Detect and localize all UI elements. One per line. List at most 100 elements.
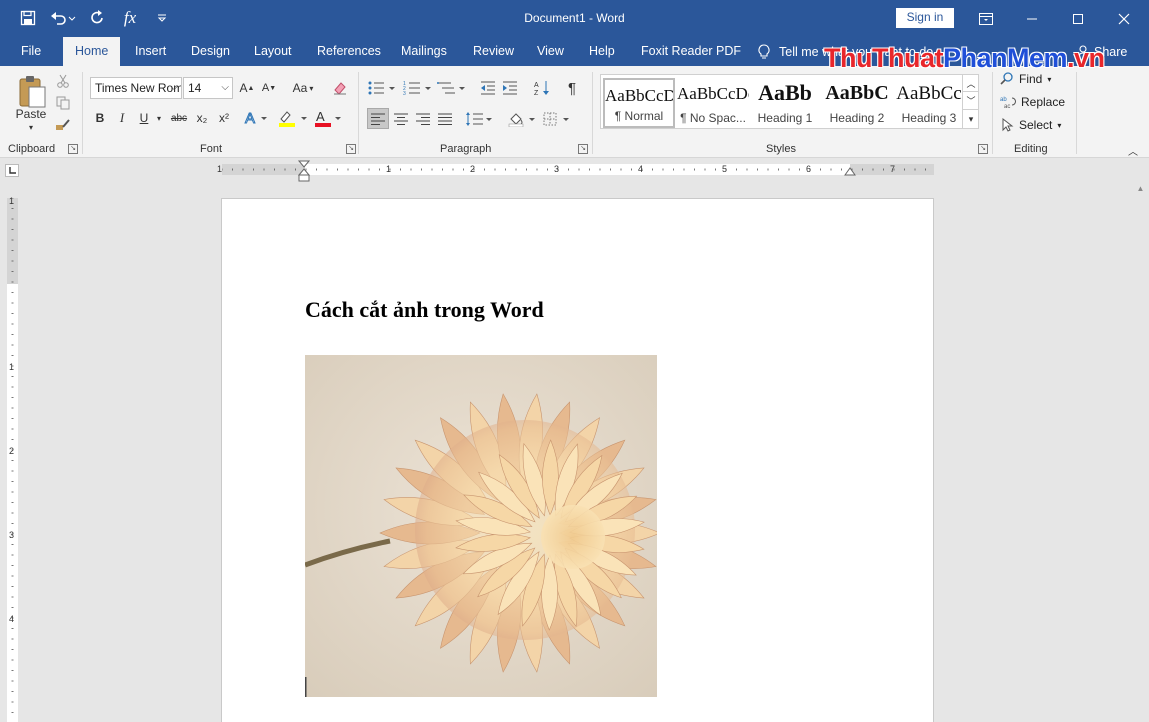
- tab-foxit-reader-pdf[interactable]: Foxit Reader PDF: [641, 37, 741, 66]
- ruler-number: 3: [9, 530, 15, 540]
- change-case-label: Aa: [292, 81, 308, 95]
- paragraph-launcher-icon[interactable]: ↘: [578, 144, 588, 154]
- styles-launcher-icon[interactable]: ↘: [978, 144, 988, 154]
- tab-insert[interactable]: Insert: [135, 37, 166, 66]
- shrink-font-icon[interactable]: A ▼: [260, 79, 278, 97]
- select-label: Select: [1019, 118, 1053, 132]
- document-heading[interactable]: Cách cắt ảnh trong Word: [305, 297, 544, 323]
- bold-button[interactable]: B: [92, 109, 108, 127]
- cursor-arrow-icon: [1002, 118, 1014, 132]
- ruler-number: 2: [470, 164, 476, 174]
- subscript-button[interactable]: x₂: [193, 109, 211, 127]
- undo-icon[interactable]: [46, 6, 80, 30]
- tab-references[interactable]: References: [317, 37, 381, 66]
- tab-file[interactable]: File: [21, 37, 41, 66]
- underline-dropdown-icon[interactable]: ▾: [154, 109, 164, 127]
- svg-text:3: 3: [403, 91, 406, 96]
- cut-icon[interactable]: [54, 72, 72, 90]
- indent-marker-icon[interactable]: [298, 160, 310, 182]
- tab-review[interactable]: Review: [473, 37, 514, 66]
- chevron-up-icon[interactable]: ︿: [963, 75, 979, 92]
- style-heading-1[interactable]: AaBb Heading 1: [749, 78, 821, 128]
- save-icon[interactable]: [14, 6, 42, 30]
- ruler-number: 1: [9, 196, 15, 206]
- change-case-button[interactable]: Aa ▾: [287, 79, 319, 97]
- text-effects-icon[interactable]: A: [242, 108, 270, 128]
- increase-indent-icon[interactable]: [500, 78, 520, 98]
- font-name-combo[interactable]: Times New Roman ⌵: [90, 77, 182, 99]
- font-color-icon[interactable]: A: [312, 108, 344, 128]
- paste-button[interactable]: Paste: [10, 106, 52, 122]
- document-page[interactable]: Cách cắt ảnh trong Word: [221, 198, 934, 722]
- find-button[interactable]: Find ▾: [1000, 72, 1051, 86]
- horizontal-ruler[interactable]: 1 1 2 3 4 5 6 7: [217, 164, 934, 175]
- minimize-icon[interactable]: [1009, 0, 1055, 37]
- chevron-down-icon[interactable]: ﹀: [963, 92, 979, 110]
- font-size-combo[interactable]: 14 ⌵: [183, 77, 233, 99]
- title-bar: fx Document1 - Word Sign in: [0, 0, 1149, 37]
- strikethrough-button[interactable]: abc: [168, 109, 190, 127]
- underline-button[interactable]: U: [136, 109, 152, 127]
- format-painter-icon[interactable]: [54, 116, 72, 134]
- ruler-number: 3: [554, 164, 560, 174]
- scroll-up-icon[interactable]: ▲: [1132, 180, 1149, 196]
- paste-dropdown-icon[interactable]: ▾: [26, 122, 36, 132]
- flower-image[interactable]: [305, 355, 657, 697]
- close-icon[interactable]: [1101, 0, 1147, 37]
- style-heading-2[interactable]: AaBbC Heading 2: [821, 78, 893, 128]
- style-sample: AaBbCcDc: [605, 86, 675, 105]
- group-divider: [358, 72, 359, 154]
- redo-icon[interactable]: [84, 6, 112, 30]
- numbering-icon[interactable]: 123: [402, 78, 436, 98]
- right-indent-marker-icon[interactable]: [844, 166, 856, 176]
- search-icon: [1000, 72, 1013, 85]
- sign-in-button[interactable]: Sign in: [896, 8, 954, 28]
- line-spacing-icon[interactable]: [464, 108, 494, 129]
- font-launcher-icon[interactable]: ↘: [346, 144, 356, 154]
- align-right-icon[interactable]: [412, 108, 434, 129]
- highlight-color-icon[interactable]: [276, 108, 310, 128]
- shading-icon[interactable]: [506, 108, 540, 129]
- group-divider: [1076, 72, 1077, 154]
- tab-selector-icon[interactable]: [5, 164, 19, 177]
- multilevel-list-icon[interactable]: [436, 78, 470, 98]
- superscript-button[interactable]: x²: [215, 109, 233, 127]
- style-heading-3[interactable]: AaBbCc Heading 3: [893, 78, 965, 128]
- vertical-scrollbar[interactable]: ▲: [1132, 180, 1149, 722]
- grow-font-icon[interactable]: A ▲: [238, 79, 256, 97]
- more-styles-icon[interactable]: ▾: [963, 110, 979, 128]
- maximize-icon[interactable]: [1055, 0, 1101, 37]
- show-hide-marks-icon[interactable]: ¶: [562, 78, 582, 98]
- tab-view[interactable]: View: [537, 37, 564, 66]
- tab-layout[interactable]: Layout: [254, 37, 292, 66]
- justify-icon[interactable]: [434, 108, 456, 129]
- bullets-icon[interactable]: [366, 78, 400, 98]
- vertical-ruler[interactable]: 1 1 2 3 4: [7, 196, 18, 722]
- clear-formatting-icon[interactable]: [330, 78, 350, 98]
- customize-qat-icon[interactable]: [148, 6, 176, 30]
- replace-button[interactable]: ab ac Replace: [1000, 95, 1065, 109]
- tab-mailings[interactable]: Mailings: [401, 37, 447, 66]
- font-group-label: Font: [200, 143, 223, 155]
- styles-group-label: Styles: [766, 143, 796, 155]
- ribbon-display-options-icon[interactable]: [963, 0, 1009, 37]
- sort-icon[interactable]: AZ: [532, 78, 552, 98]
- select-button[interactable]: Select ▾: [1000, 118, 1061, 132]
- tab-help[interactable]: Help: [589, 37, 615, 66]
- style-no-spacing[interactable]: AaBbCcDc ¶ No Spac...: [677, 78, 749, 128]
- chevron-down-icon: ▾: [1047, 74, 1052, 84]
- tab-design[interactable]: Design: [191, 37, 230, 66]
- collapse-ribbon-icon[interactable]: ︿: [1126, 144, 1140, 158]
- function-icon[interactable]: fx: [116, 6, 144, 30]
- align-center-icon[interactable]: [390, 108, 412, 129]
- svg-text:Z: Z: [534, 90, 539, 96]
- copy-icon[interactable]: [54, 94, 72, 112]
- svg-text:A: A: [245, 110, 255, 127]
- align-left-icon[interactable]: [367, 108, 389, 129]
- style-normal[interactable]: AaBbCcDc ¶ Normal: [603, 78, 675, 128]
- borders-icon[interactable]: [542, 108, 574, 129]
- italic-button[interactable]: I: [114, 109, 130, 127]
- tab-home[interactable]: Home: [63, 37, 121, 66]
- clipboard-launcher-icon[interactable]: ↘: [68, 144, 78, 154]
- decrease-indent-icon[interactable]: [478, 78, 498, 98]
